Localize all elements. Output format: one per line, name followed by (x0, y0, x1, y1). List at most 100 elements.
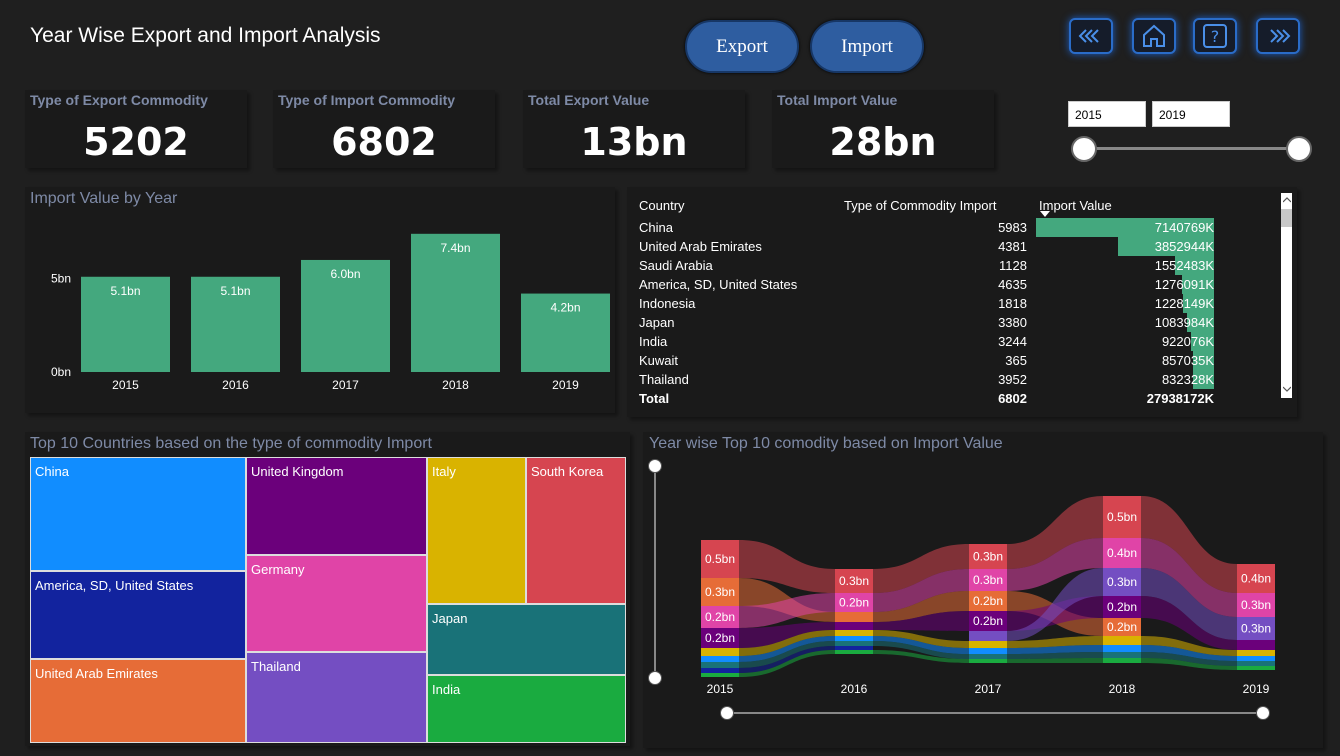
import-button[interactable]: Import (810, 20, 924, 73)
ribbon-segment[interactable] (835, 630, 873, 636)
back-nav-button[interactable] (1069, 18, 1113, 54)
ribbon-data-label: 0.3bn (1107, 575, 1137, 589)
year-slider-end-handle[interactable] (1286, 136, 1312, 162)
ribbon-segment[interactable] (1237, 661, 1275, 666)
import-value-label: 832328K (1161, 372, 1214, 387)
double-chevron-right-icon (1270, 29, 1291, 43)
year-end-input[interactable]: 2019 (1152, 101, 1230, 127)
table-row[interactable]: United Arab Emirates 4381 3852944K (639, 237, 1224, 256)
ribbon-segment[interactable] (969, 641, 1007, 648)
import-value-label: 3852944K (1154, 239, 1214, 254)
treemap-tile-label: Thailand (251, 659, 301, 674)
ribbon-segment[interactable] (835, 636, 873, 641)
treemap-tile[interactable]: South Korea (526, 457, 626, 604)
ribbon-data-label: 0.2bn (1107, 600, 1137, 614)
ribbon-data-label: 0.5bn (1107, 510, 1137, 524)
year-slider-start-handle[interactable] (1071, 136, 1097, 162)
import-value-cell: 1276091K (1039, 275, 1224, 294)
country-cell: India (639, 334, 668, 349)
ribbon-segment[interactable] (969, 631, 1007, 641)
table-row[interactable]: Kuwait 365 857035K (639, 351, 1224, 370)
ribbon-segment[interactable] (835, 641, 873, 646)
table-row[interactable]: America, SD, United States 4635 1276091K (639, 275, 1224, 294)
ribbon-segment[interactable] (969, 648, 1007, 654)
ribbon-segment[interactable] (969, 654, 1007, 659)
treemap-tile[interactable]: India (427, 675, 626, 743)
x-tick-label: 2015 (707, 682, 734, 696)
treemap-tile[interactable]: China (30, 457, 246, 571)
table-row[interactable]: Saudi Arabia 1128 1552483K (639, 256, 1224, 275)
country-cell: America, SD, United States (639, 277, 798, 292)
home-button[interactable] (1132, 18, 1176, 54)
col-header-types[interactable]: Type of Commodity Import (844, 192, 1039, 218)
import-value-cell: 3852944K (1039, 237, 1224, 256)
ribbon-segment[interactable] (1103, 652, 1141, 658)
ribbon-segment[interactable] (1103, 645, 1141, 652)
scroll-up-icon[interactable] (1283, 197, 1291, 203)
table-row[interactable]: India 3244 922076K (639, 332, 1224, 351)
table-row[interactable]: China 5983 7140769K (639, 218, 1224, 237)
ribbon-data-label: 0.4bn (1241, 572, 1271, 586)
types-cell: 5983 (998, 220, 1027, 235)
ribbon-segment[interactable] (835, 622, 873, 630)
ribbon-data-label: 0.2bn (1107, 620, 1137, 634)
ribbon-segment[interactable] (701, 656, 739, 662)
ribbon-segment[interactable] (1237, 666, 1275, 670)
ribbon-segment[interactable] (1237, 640, 1275, 650)
ribbon-segment[interactable] (1103, 636, 1141, 645)
ribbon-segment[interactable] (835, 650, 873, 654)
import-value-label: 857035K (1161, 353, 1214, 368)
treemap-tile[interactable]: Thailand (246, 652, 427, 743)
ribbon-segment[interactable] (835, 612, 873, 622)
ribbon-data-label: 0.3bn (839, 574, 869, 588)
ribbon-segment[interactable] (1103, 658, 1141, 663)
country-cell: Japan (639, 315, 675, 330)
treemap-tile[interactable]: Italy (427, 457, 526, 604)
import-value-cell: 832328K (1039, 370, 1224, 389)
col-header-country[interactable]: Country (639, 192, 844, 218)
ribbon-data-label: 0.2bn (973, 614, 1003, 628)
ribbon-segment[interactable] (835, 646, 873, 650)
treemap-tile[interactable]: Germany (246, 555, 427, 652)
export-button[interactable]: Export (685, 20, 799, 73)
country-cell: Saudi Arabia (639, 258, 713, 273)
country-cell: Indonesia (639, 296, 696, 311)
kpi-value: 6802 (331, 120, 437, 164)
col-header-import-value[interactable]: Import Value (1039, 192, 1224, 218)
bar-data-label: 5.1bn (220, 284, 250, 298)
table-row[interactable]: Indonesia 1818 1228149K (639, 294, 1224, 313)
ribbon-segment[interactable] (1237, 656, 1275, 661)
ribbon-segment[interactable] (701, 673, 739, 677)
forward-nav-button[interactable] (1256, 18, 1300, 54)
double-chevron-left-icon (1078, 29, 1099, 43)
treemap-tile-label: Italy (432, 464, 456, 479)
kpi-label: Total Import Value (777, 92, 898, 108)
ribbon-segment[interactable] (701, 648, 739, 656)
x-tick-label: 2017 (975, 682, 1002, 696)
chart-title: Top 10 Countries based on the type of co… (30, 435, 432, 452)
treemap-tile[interactable]: America, SD, United States (30, 571, 246, 659)
treemap-tile[interactable]: United Kingdom (246, 457, 427, 555)
scrollbar-thumb[interactable] (1281, 209, 1292, 227)
table-row[interactable]: Thailand 3952 832328K (639, 370, 1224, 389)
treemap-chart: China America, SD, United States United Ar… (30, 457, 626, 743)
help-button[interactable]: ? (1193, 18, 1237, 54)
ribbon-segment[interactable] (1237, 650, 1275, 656)
x-tick-label: 2019 (552, 378, 579, 392)
year-start-input[interactable]: 2015 (1068, 101, 1146, 127)
scroll-down-icon[interactable] (1283, 386, 1291, 392)
treemap-tile[interactable]: United Arab Emirates (30, 659, 246, 743)
ribbon-segment[interactable] (701, 662, 739, 668)
country-cell: Kuwait (639, 353, 679, 368)
ribbon-segment[interactable] (969, 659, 1007, 663)
treemap-tile[interactable]: Japan (427, 604, 626, 675)
home-icon (1143, 24, 1165, 47)
import-value-cell: 1228149K (1039, 294, 1224, 313)
table-scrollbar[interactable] (1281, 193, 1292, 398)
ribbon-segment[interactable] (701, 668, 739, 673)
year-slider-track[interactable] (1084, 147, 1298, 150)
table-row[interactable]: Japan 3380 1083984K (639, 313, 1224, 332)
import-value-cell: 7140769K (1036, 218, 1224, 237)
treemap-tile-label: India (432, 682, 461, 697)
import-value-label: 1083984K (1154, 315, 1214, 330)
